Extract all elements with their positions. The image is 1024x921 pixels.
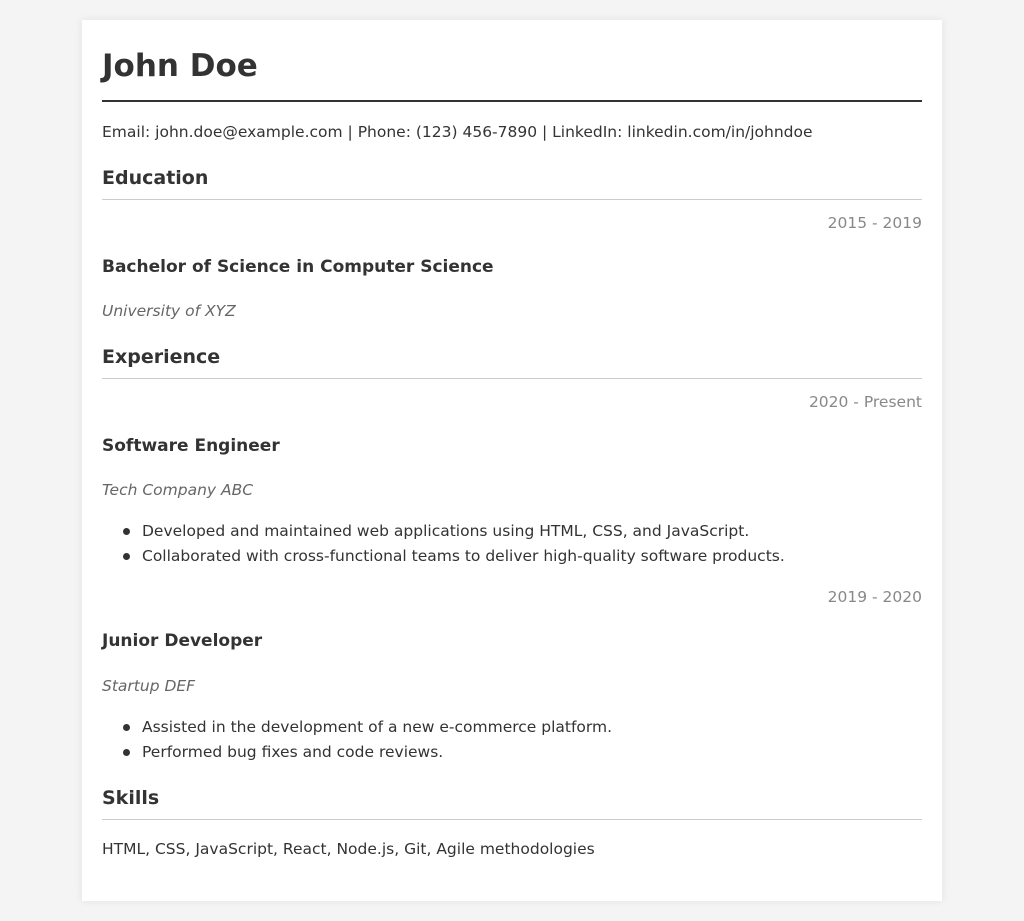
company-name: Tech Company ABC — [102, 481, 254, 499]
degree-title: Bachelor of Science in Computer Science — [102, 257, 494, 277]
job-title: Software Engineer — [102, 436, 280, 456]
responsibility-text: Collaborated with cross-functional teams… — [142, 547, 785, 565]
skills-list: HTML, CSS, JavaScript, React, Node.js, G… — [102, 840, 595, 858]
education-divider — [102, 199, 922, 200]
education-dates: 2015 - 2019 — [827, 214, 922, 232]
list-item: Collaborated with cross-functional teams… — [102, 545, 785, 570]
list-item: Assisted in the development of a new e-c… — [102, 716, 612, 741]
skills-heading: Skills — [102, 787, 160, 809]
education-heading: Education — [102, 167, 209, 189]
resume-card: John Doe Email: john.doe@example.com | P… — [82, 20, 942, 901]
name-divider — [102, 100, 922, 102]
company-name: Startup DEF — [102, 677, 196, 695]
job-responsibilities: Assisted in the development of a new e-c… — [102, 716, 612, 766]
job-dates: 2019 - 2020 — [827, 588, 922, 606]
experience-divider — [102, 378, 922, 379]
job-responsibilities: Developed and maintained web application… — [102, 520, 785, 570]
list-item: Performed bug fixes and code reviews. — [102, 741, 612, 766]
contact-info: Email: john.doe@example.com | Phone: (12… — [102, 123, 813, 141]
bullet-dot-icon — [123, 553, 130, 560]
responsibility-text: Performed bug fixes and code reviews. — [142, 743, 444, 761]
bullet-dot-icon — [123, 724, 130, 731]
skills-divider — [102, 819, 922, 820]
bullet-dot-icon — [123, 528, 130, 535]
experience-heading: Experience — [102, 346, 221, 368]
responsibility-text: Assisted in the development of a new e-c… — [142, 718, 613, 736]
job-title: Junior Developer — [102, 631, 263, 651]
list-item: Developed and maintained web application… — [102, 520, 785, 545]
candidate-name: John Doe — [102, 48, 258, 84]
school-name: University of XYZ — [102, 302, 236, 320]
bullet-dot-icon — [123, 749, 130, 756]
job-dates: 2020 - Present — [808, 393, 922, 411]
responsibility-text: Developed and maintained web application… — [142, 522, 750, 540]
